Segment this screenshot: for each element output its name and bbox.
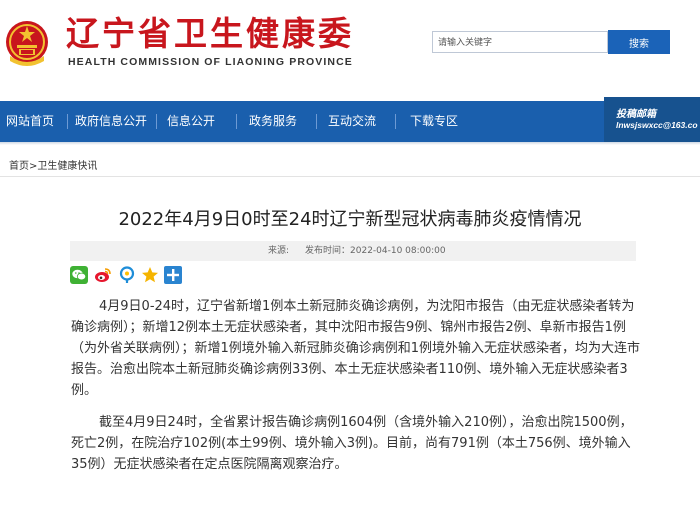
nav-shadow <box>0 142 700 145</box>
article-title: 2022年4月9日0时至24时辽宁新型冠状病毒肺炎疫情情况 <box>118 209 582 230</box>
national-emblem-icon <box>6 21 48 66</box>
nav-divider <box>395 114 396 129</box>
nav-divider <box>156 114 157 129</box>
site-title: 辽宁省卫生健康委 <box>66 14 354 53</box>
breadcrumb-section-link[interactable]: 卫生健康快讯 <box>37 161 97 172</box>
nav-divider <box>67 114 68 129</box>
nav-item-home[interactable]: 网站首页 <box>6 101 54 142</box>
nav-item-downloads[interactable]: 下载专区 <box>410 101 458 142</box>
qzone-icon[interactable] <box>118 266 136 284</box>
article-paragraph: 4月9日0-24时，辽宁省新增1例本土新冠肺炎确诊病例，为沈阳市报告（由无症状感… <box>71 299 641 398</box>
breadcrumb: 首页>卫生健康快讯 <box>9 157 97 172</box>
nav-item-interaction[interactable]: 互动交流 <box>328 101 376 142</box>
mailbox-email[interactable]: lnwsjswxcc@163.co <box>616 120 698 130</box>
nav-item-info-disclosure[interactable]: 信息公开 <box>167 101 215 142</box>
nav-item-government-services[interactable]: 政务服务 <box>249 101 297 142</box>
mailbox-title: 投稿邮箱 <box>616 109 656 120</box>
search-button[interactable]: 搜索 <box>608 30 670 54</box>
wechat-icon[interactable] <box>70 266 88 284</box>
weibo-icon[interactable] <box>94 266 112 284</box>
favorite-star-icon[interactable] <box>141 266 159 284</box>
article-date: 发布时间：2022-04-10 08:00:00 <box>305 241 446 261</box>
breadcrumb-home-link[interactable]: 首页 <box>9 161 29 172</box>
article-paragraph: 截至4月9日24时，全省累计报告确诊病例1604例（含境外输入210例），治愈出… <box>71 415 633 472</box>
article-meta: 来源: 发布时间：2022-04-10 08:00:00 <box>70 241 636 261</box>
submission-mailbox[interactable]: 投稿邮箱 lnwsjswxcc@163.co <box>604 97 700 142</box>
site-subtitle: HEALTH COMMISSION OF LIAONING PROVINCE <box>68 56 353 68</box>
article-source: 来源: <box>268 246 290 256</box>
article-date-value: 2022-04-10 08:00:00 <box>350 246 446 256</box>
site-header: 辽宁省卫生健康委 HEALTH COMMISSION OF LIAONING P… <box>0 0 700 90</box>
breadcrumb-divider <box>0 176 700 177</box>
article-date-label: 发布时间： <box>305 246 351 256</box>
main-nav: 网站首页 政府信息公开 信息公开 政务服务 互动交流 下载专区 <box>0 101 700 142</box>
nav-item-government-info[interactable]: 政府信息公开 <box>75 101 147 142</box>
plus-share-icon[interactable] <box>164 266 182 284</box>
search-input[interactable] <box>432 31 608 53</box>
nav-divider <box>236 114 237 129</box>
nav-divider <box>316 114 317 129</box>
